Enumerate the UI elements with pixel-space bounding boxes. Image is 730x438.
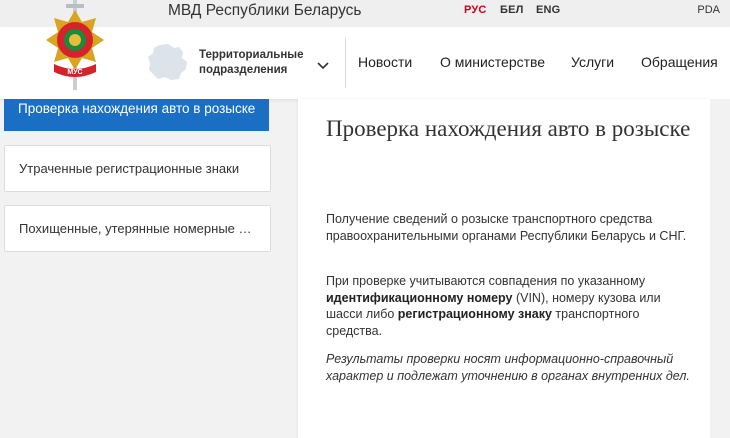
lang-bel[interactable]: БЕЛ [500, 4, 524, 16]
sidebar-item-stolen-plates[interactable]: Похищенные, утерянные номерные знаки [4, 205, 271, 252]
main-content: Проверка нахождения авто в розыске Получ… [298, 99, 710, 438]
lang-eng[interactable]: ENG [536, 4, 560, 16]
top-bar: МВД Республики Беларусь РУС БЕЛ ENG PDA [0, 0, 730, 27]
nav-divider [345, 38, 346, 88]
sidebar-item-label: Проверка нахождения авто в розыске [18, 101, 256, 116]
chevron-down-icon[interactable] [317, 57, 329, 75]
sidebar-item-vehicle-search[interactable]: Проверка нахождения авто в розыске [4, 99, 269, 131]
lang-rus[interactable]: РУС [464, 4, 487, 16]
nav-news[interactable]: Новости [358, 54, 412, 70]
page-title: Проверка нахождения авто в розыске [326, 116, 691, 141]
page-background-strip [710, 99, 730, 438]
main-header: Территориальные подразделения Новости О … [0, 27, 730, 99]
sidebar-item-lost-plates[interactable]: Утраченные регистрационные знаки [4, 145, 271, 192]
site-title[interactable]: МВД Республики Беларусь [168, 2, 361, 20]
nav-about-ministry[interactable]: О министерстве [440, 54, 545, 70]
pda-link[interactable]: PDA [697, 4, 720, 16]
mvd-emblem-logo[interactable]: МУС [42, 0, 108, 96]
check-details-paragraph: При проверке учитываются совпадения по у… [326, 274, 661, 338]
territorial-units-label[interactable]: Территориальные подразделения [199, 48, 304, 78]
intro-paragraph: Получение сведений о розыске транспортно… [326, 212, 687, 243]
disclaimer-paragraph: Результаты проверки носят информационно-… [326, 352, 690, 383]
nav-appeals[interactable]: Обращения [641, 54, 718, 70]
emblem-text: МУС [67, 69, 82, 76]
nav-services[interactable]: Услуги [571, 54, 614, 70]
belarus-map-icon[interactable] [146, 43, 190, 88]
